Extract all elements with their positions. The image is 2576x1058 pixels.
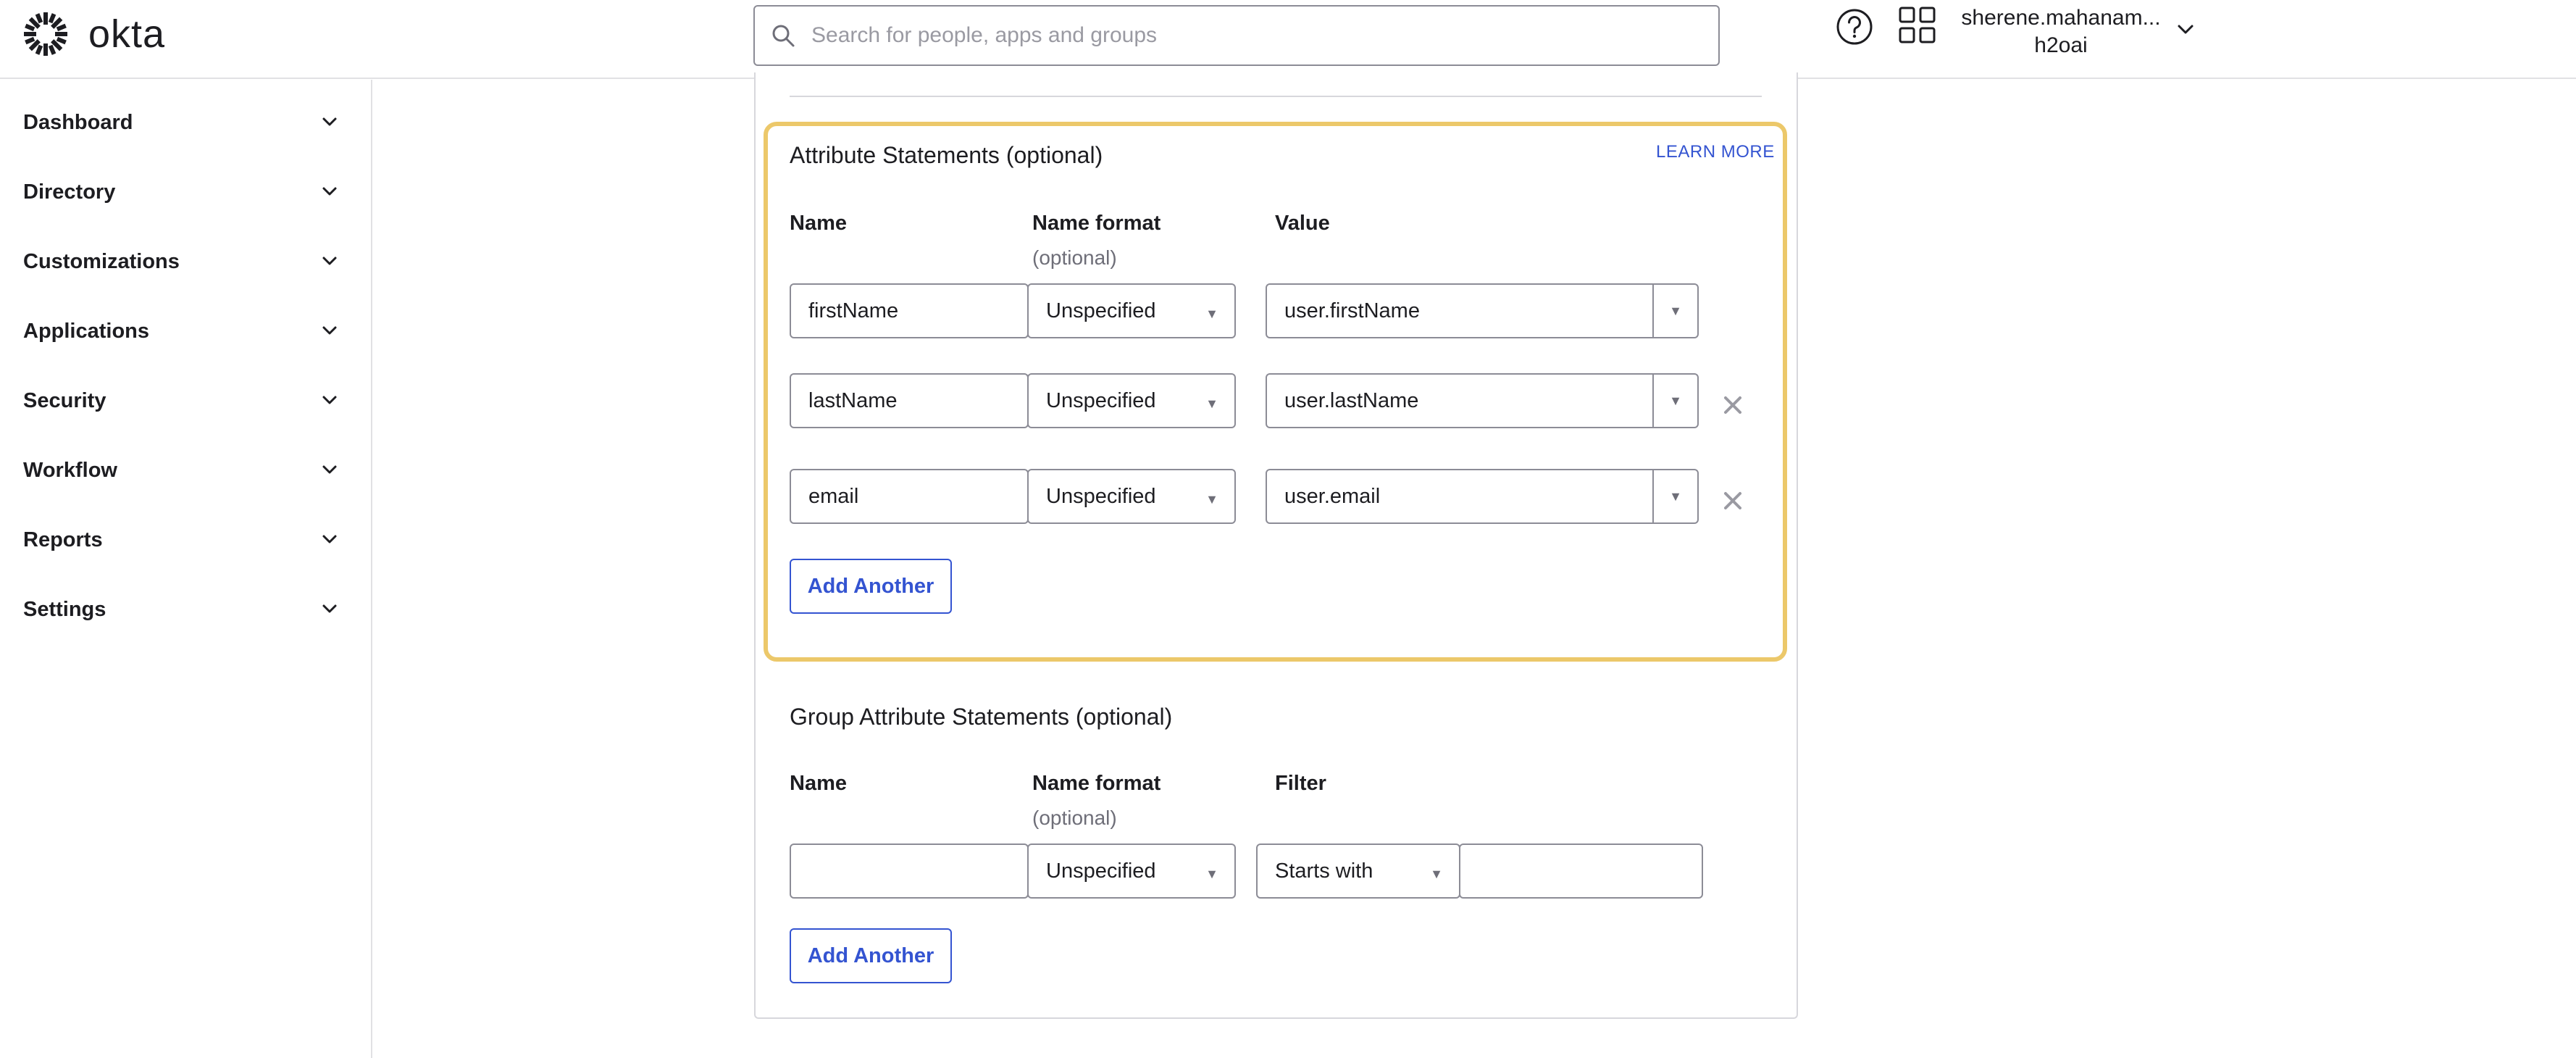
attribute-name-input[interactable] — [790, 373, 1029, 428]
caret-down-icon: ▼ — [1669, 303, 1682, 318]
name-format-value: Unspecified — [1046, 299, 1156, 322]
name-format-value: Unspecified — [1046, 388, 1156, 412]
chevron-down-icon — [322, 117, 337, 126]
name-format-select[interactable]: Unspecified ▼ — [1027, 469, 1236, 524]
sidebar-item-customizations[interactable]: Customizations — [0, 229, 371, 294]
attribute-value-text: user.firstName — [1284, 299, 1420, 322]
caret-down-icon: ▼ — [1669, 488, 1682, 504]
search-icon — [772, 25, 795, 47]
sidebar-item-label: Security — [23, 388, 106, 412]
column-header-name-format: Name format — [1032, 212, 1161, 235]
chevron-down-icon — [322, 535, 337, 543]
value-dropdown-button[interactable]: ▼ — [1652, 375, 1697, 427]
search-box[interactable] — [753, 5, 1720, 66]
learn-more-link[interactable]: LEARN MORE — [1656, 142, 1775, 162]
filter-value-input[interactable] — [1459, 844, 1703, 899]
attribute-value-combobox[interactable]: user.email ▼ — [1266, 469, 1699, 524]
sidebar-item-label: Customizations — [23, 249, 180, 273]
column-header-name: Name — [790, 772, 847, 795]
attribute-value-combobox[interactable]: user.lastName ▼ — [1266, 373, 1699, 428]
add-another-attribute-button[interactable]: Add Another — [790, 559, 952, 614]
sidebar-item-reports[interactable]: Reports — [0, 507, 371, 572]
caret-down-icon: ▼ — [1430, 867, 1443, 881]
attribute-value-text: user.email — [1284, 484, 1381, 508]
name-format-select[interactable]: Unspecified ▼ — [1027, 373, 1236, 428]
group-name-format-select[interactable]: Unspecified ▼ — [1027, 844, 1236, 899]
app-grid-icon[interactable] — [1898, 6, 1937, 45]
group-attribute-name-input[interactable] — [790, 844, 1029, 899]
chevron-down-icon[interactable] — [2173, 19, 2198, 41]
attribute-value-combobox[interactable]: user.firstName ▼ — [1266, 283, 1699, 338]
column-header-name: Name — [790, 212, 847, 235]
sidebar-item-label: Workflow — [23, 458, 117, 482]
chevron-down-icon — [322, 465, 337, 474]
value-dropdown-button[interactable]: ▼ — [1652, 470, 1697, 522]
sidebar-item-directory[interactable]: Directory — [0, 159, 371, 225]
name-format-value: Unspecified — [1046, 859, 1156, 883]
user-menu[interactable]: sherene.mahanam... h2oai — [1956, 4, 2166, 59]
name-format-select[interactable]: Unspecified ▼ — [1027, 283, 1236, 338]
attribute-value-text: user.lastName — [1284, 388, 1419, 412]
name-format-value: Unspecified — [1046, 484, 1156, 508]
caret-down-icon: ▼ — [1205, 307, 1218, 321]
okta-logo[interactable]: okta — [22, 10, 165, 58]
sidebar: Dashboard Directory Customizations Appli… — [0, 80, 372, 1058]
attribute-name-input[interactable] — [790, 469, 1029, 524]
caret-down-icon: ▼ — [1205, 867, 1218, 881]
caret-down-icon: ▼ — [1669, 393, 1682, 408]
chevron-down-icon — [322, 604, 337, 613]
section-divider — [790, 96, 1762, 97]
sidebar-item-label: Applications — [23, 319, 150, 343]
chevron-down-icon — [322, 257, 337, 265]
filter-type-value: Starts with — [1275, 859, 1373, 883]
attribute-statements-title: Attribute Statements (optional) — [790, 142, 1103, 168]
attribute-name-input[interactable] — [790, 283, 1029, 338]
value-dropdown-button[interactable]: ▼ — [1652, 285, 1697, 337]
add-another-group-attribute-button[interactable]: Add Another — [790, 928, 952, 983]
sidebar-item-security[interactable]: Security — [0, 368, 371, 433]
caret-down-icon: ▼ — [1205, 492, 1218, 507]
column-header-name-format: Name format — [1032, 772, 1161, 795]
sidebar-item-label: Reports — [23, 528, 103, 551]
sidebar-item-label: Settings — [23, 597, 106, 621]
okta-sunburst-icon — [24, 12, 67, 56]
sidebar-item-workflow[interactable]: Workflow — [0, 438, 371, 503]
caret-down-icon: ▼ — [1205, 396, 1218, 411]
remove-row-icon[interactable] — [1722, 490, 1744, 512]
brand-name: okta — [88, 12, 166, 56]
sidebar-item-applications[interactable]: Applications — [0, 299, 371, 364]
sidebar-item-label: Directory — [23, 180, 116, 204]
user-org: h2oai — [2034, 33, 2088, 57]
column-header-optional: (optional) — [1032, 246, 1117, 269]
help-icon[interactable] — [1835, 7, 1874, 46]
column-header-optional: (optional) — [1032, 807, 1117, 829]
chevron-down-icon — [322, 326, 337, 335]
top-bar: okta sherene.mahanam... h2oai — [0, 0, 2576, 79]
chevron-down-icon — [322, 396, 337, 404]
column-header-filter: Filter — [1275, 772, 1326, 795]
group-attribute-statements-title: Group Attribute Statements (optional) — [790, 704, 1173, 730]
sidebar-item-settings[interactable]: Settings — [0, 577, 371, 642]
chevron-down-icon — [322, 187, 337, 196]
user-name: sherene.mahanam... — [1961, 6, 2161, 30]
filter-type-select[interactable]: Starts with ▼ — [1256, 844, 1460, 899]
sidebar-item-label: Dashboard — [23, 110, 133, 134]
search-input[interactable] — [811, 23, 1681, 48]
sidebar-item-dashboard[interactable]: Dashboard — [0, 90, 371, 155]
remove-row-icon[interactable] — [1722, 394, 1744, 416]
column-header-value: Value — [1275, 212, 1330, 235]
